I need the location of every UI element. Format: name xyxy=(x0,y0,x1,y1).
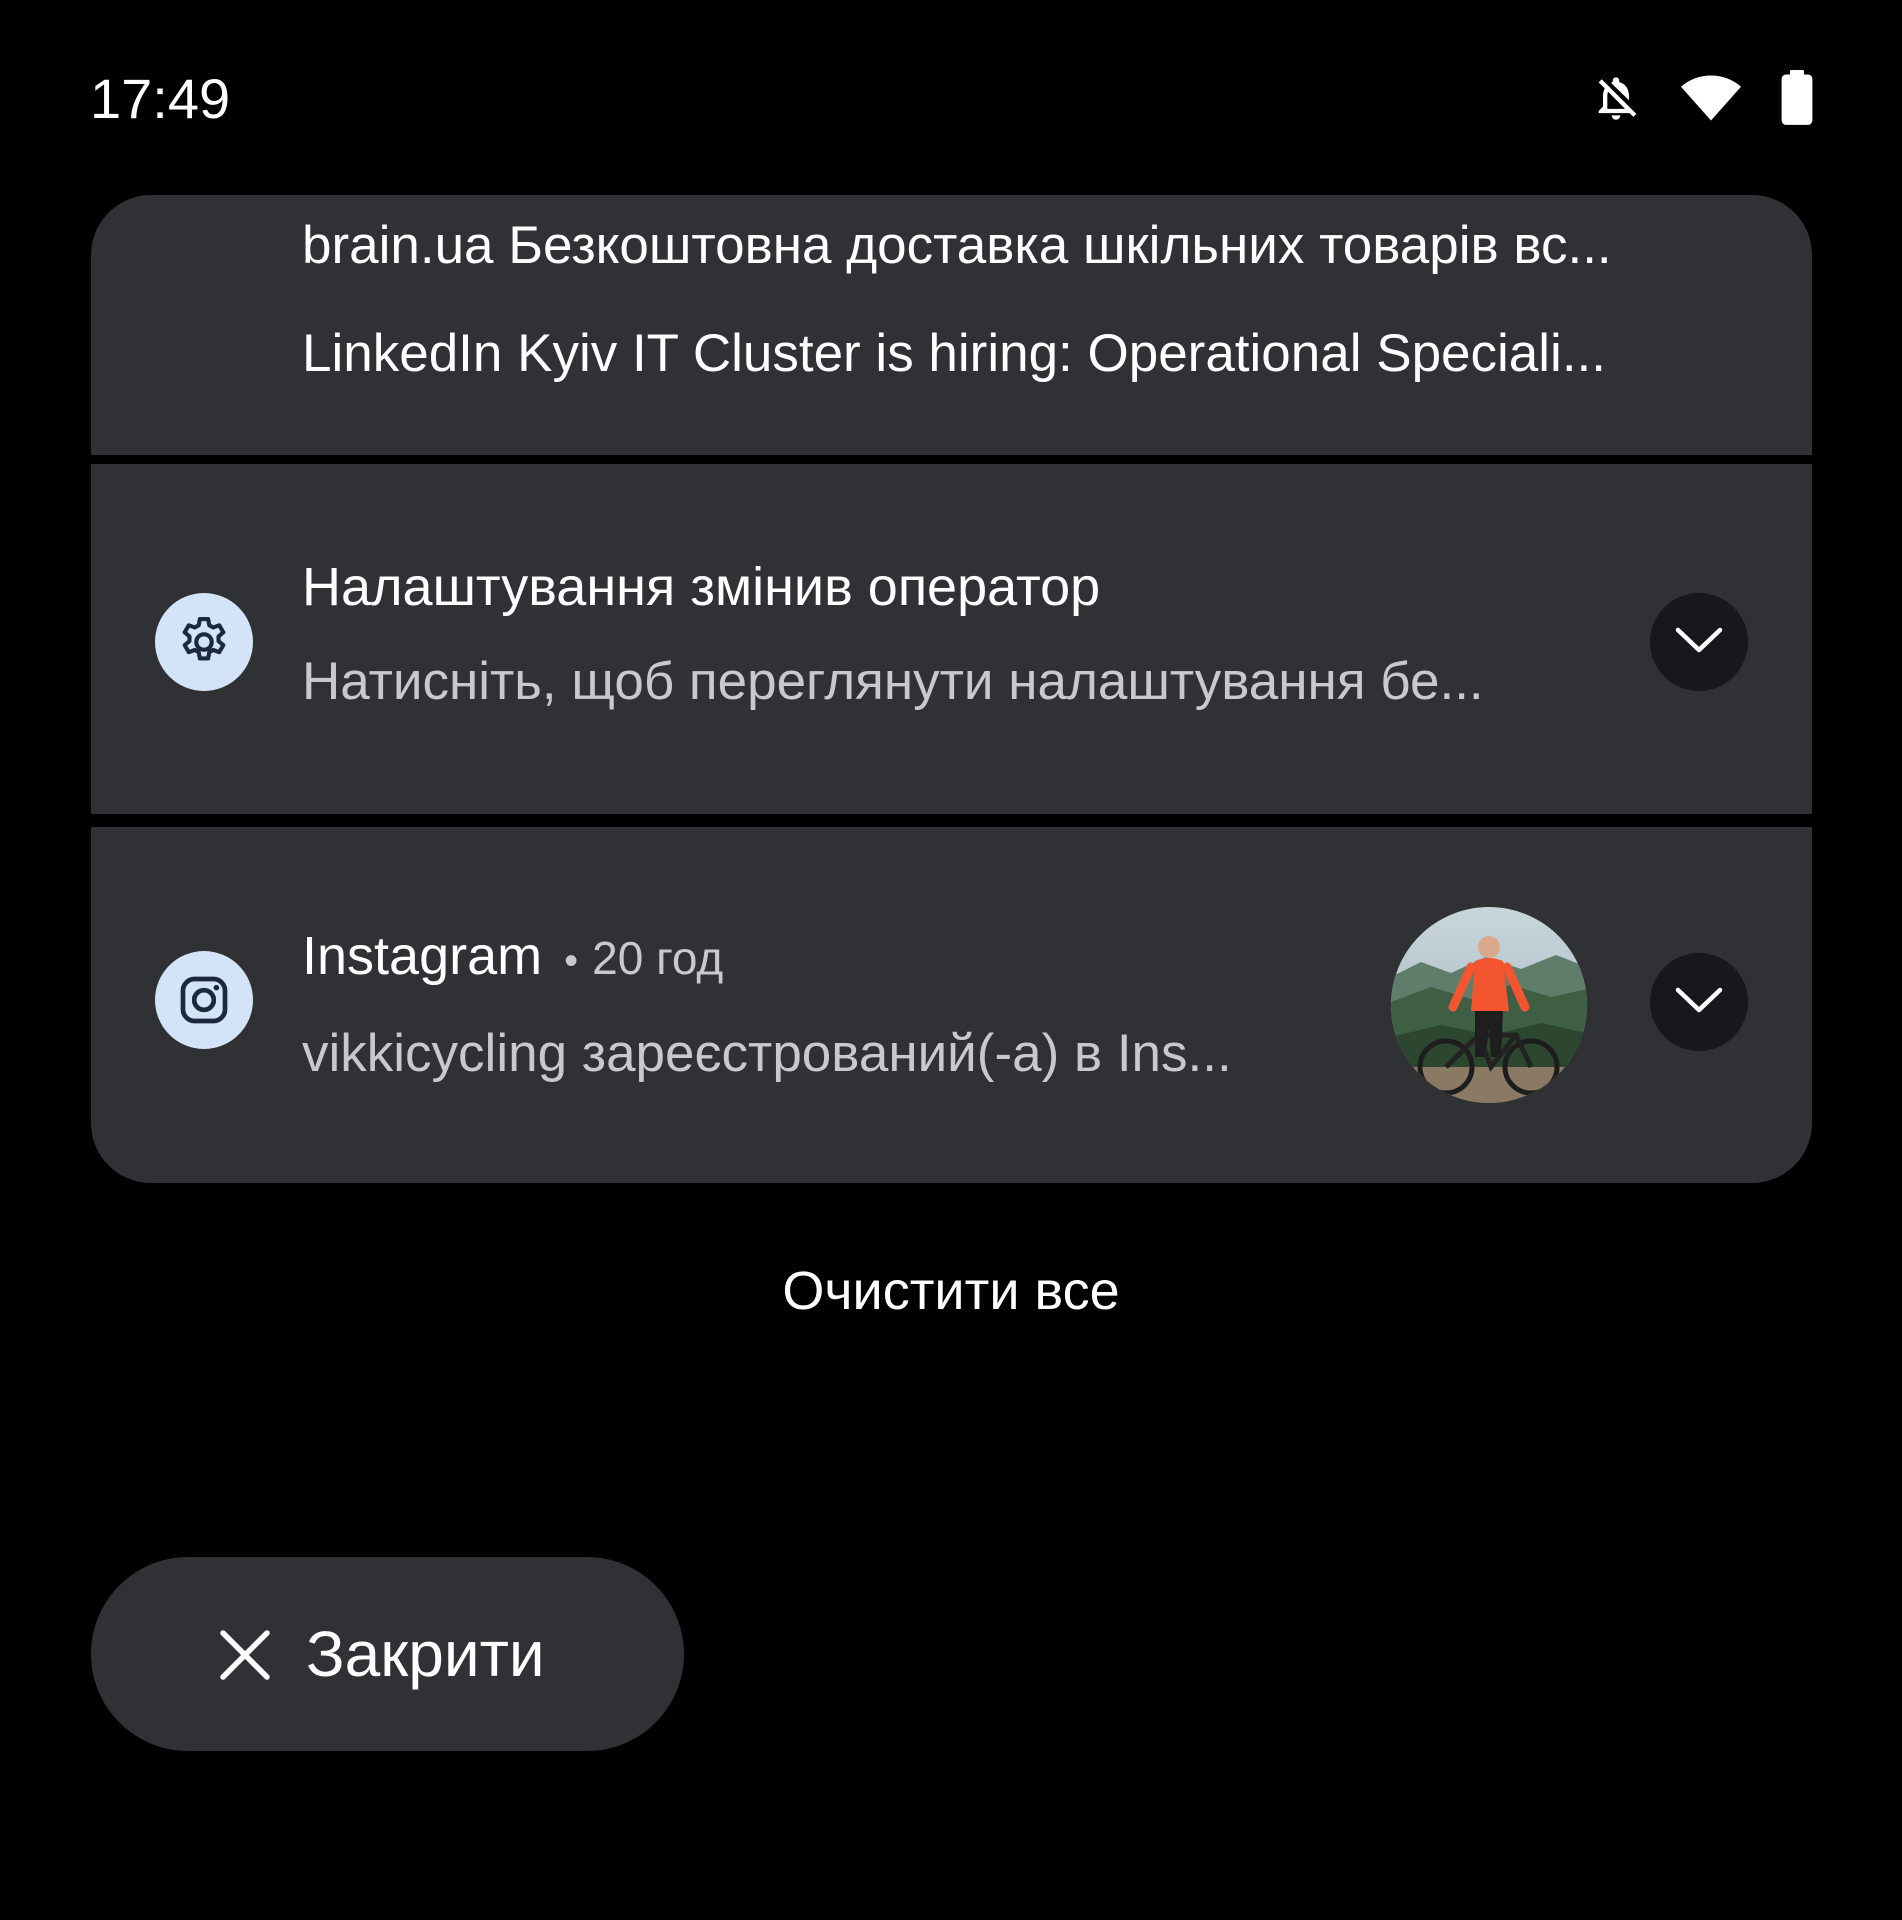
notification-group: brain.ua Безкоштовна доставка шкільних т… xyxy=(91,195,1812,1183)
notification-line-brain[interactable]: brain.ua Безкоштовна доставка шкільних т… xyxy=(302,215,1748,276)
avatar xyxy=(1391,907,1587,1103)
close-icon xyxy=(217,1627,273,1688)
notification-title: Налаштування змінив оператор xyxy=(302,557,1101,617)
instagram-icon xyxy=(155,951,253,1049)
status-time: 17:49 xyxy=(90,67,231,130)
status-icons xyxy=(1590,70,1814,126)
settings-notification[interactable]: Налаштування змінив оператор Натисніть, … xyxy=(91,464,1812,814)
chevron-down-icon xyxy=(1674,625,1724,660)
close-button[interactable]: Закрити xyxy=(91,1557,684,1751)
notification-body: vikkicycling зареєстрований(-а) в Ins... xyxy=(302,1024,1232,1083)
notification-line-linkedin[interactable]: LinkedIn Kyiv IT Cluster is hiring: Oper… xyxy=(302,323,1748,384)
wifi-icon xyxy=(1680,73,1742,123)
expand-button[interactable] xyxy=(1650,953,1748,1051)
expand-button[interactable] xyxy=(1650,593,1748,691)
instagram-notification[interactable]: Instagram • 20 год vikkicycling зареєстров… xyxy=(91,827,1812,1183)
notification-title: Instagram • 20 год xyxy=(302,925,723,987)
bell-off-icon xyxy=(1590,71,1642,125)
chevron-down-icon xyxy=(1674,985,1724,1020)
notification-body: Натисніть, щоб переглянути налаштування … xyxy=(302,652,1484,711)
app-name: Instagram xyxy=(302,926,543,986)
grouped-notification-card[interactable]: brain.ua Безкоштовна доставка шкільних т… xyxy=(91,195,1812,455)
close-label: Закрити xyxy=(306,1618,545,1690)
clear-all-button[interactable]: Очистити все xyxy=(0,1260,1902,1322)
battery-icon xyxy=(1780,70,1814,126)
gear-icon xyxy=(155,593,253,691)
notification-time: 20 год xyxy=(592,932,724,984)
separator-dot: • xyxy=(564,939,579,983)
